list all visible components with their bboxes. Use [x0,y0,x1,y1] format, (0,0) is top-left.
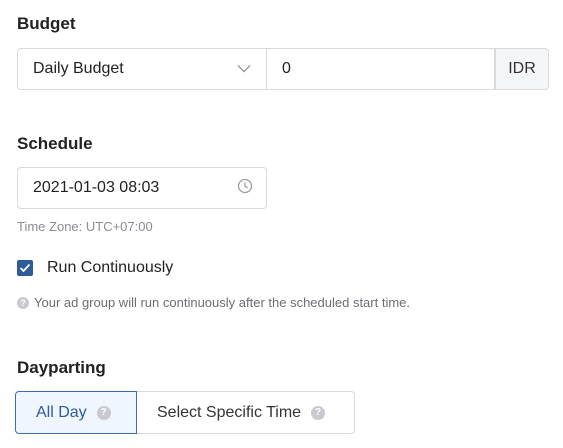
run-continuously-label: Run Continuously [47,259,174,276]
run-continuously-hint: ? Your ad group will run continuously af… [17,295,410,310]
dayparting-segmented-control: All Day ? Select Specific Time ? [15,391,355,434]
clock-icon [237,178,253,199]
chevron-down-icon [237,60,251,78]
dayparting-specific-time-label: Select Specific Time [157,403,302,421]
budget-type-select[interactable]: Daily Budget [17,48,267,90]
budget-type-value: Daily Budget [33,60,124,77]
question-circle-icon: ? [17,296,29,309]
currency-suffix: IDR [495,48,549,90]
budget-row: Daily Budget 0 IDR [17,48,549,90]
checkmark-icon[interactable] [17,260,33,276]
question-circle-icon[interactable]: ? [96,405,111,420]
budget-amount-value: 0 [282,60,291,77]
question-circle-icon[interactable]: ? [311,405,326,420]
schedule-start-datetime-value: 2021-01-03 08:03 [33,179,160,196]
budget-section-title: Budget [17,14,76,33]
dayparting-specific-time-button[interactable]: Select Specific Time ? [137,391,355,434]
schedule-section-title: Schedule [17,134,93,153]
budget-amount-input[interactable]: 0 [267,48,495,90]
timezone-label: Time Zone: UTC+07:00 [17,219,153,234]
dayparting-section-title: Dayparting [17,358,106,377]
dayparting-all-day-button[interactable]: All Day ? [15,391,137,434]
hint-text: Your ad group will run continuously afte… [34,295,411,310]
run-continuously-checkbox[interactable]: Run Continuously [17,259,173,277]
dayparting-all-day-label: All Day [36,403,87,421]
schedule-start-datetime-picker[interactable]: 2021-01-03 08:03 [17,167,267,209]
